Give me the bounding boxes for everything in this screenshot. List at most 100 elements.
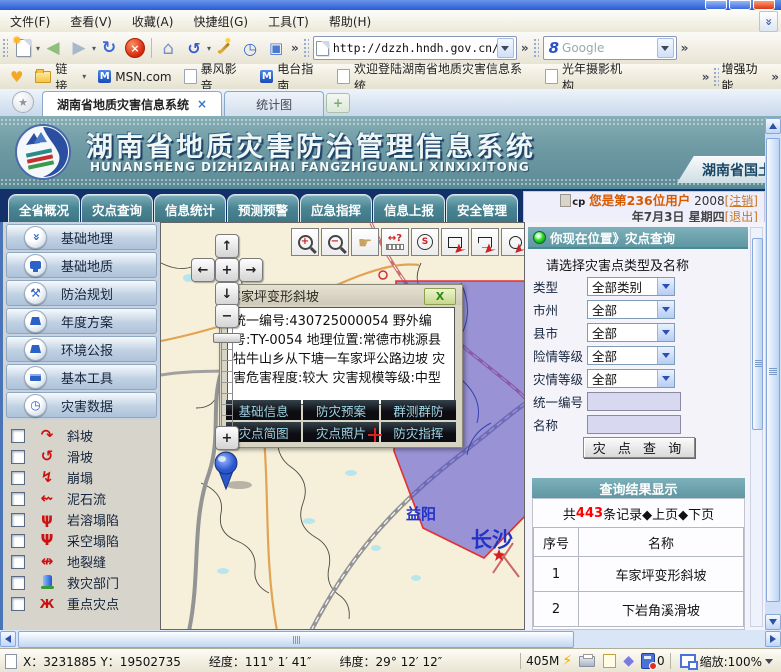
- sidebar-item-basic-geology[interactable]: 基础地质: [6, 252, 157, 278]
- printer-icon[interactable]: [579, 656, 595, 667]
- menu-file[interactable]: 文件(F): [0, 11, 60, 32]
- panel-scrollbar-thumb[interactable]: [752, 238, 763, 430]
- sidebar-item-environment-bulletin[interactable]: 环境公报: [6, 336, 157, 362]
- undo-button[interactable]: ↺: [182, 36, 206, 60]
- window-titlebar[interactable]: [0, 0, 781, 10]
- sidebar-item-basic-geography[interactable]: «基础地理: [6, 224, 157, 250]
- note-icon[interactable]: [603, 654, 616, 668]
- popup-group-monitoring-button[interactable]: 群测群防: [381, 400, 456, 420]
- toolbar-grip[interactable]: [2, 38, 8, 58]
- popup-command-button[interactable]: 防灾指挥: [381, 422, 456, 442]
- page-scrollbar-thumb[interactable]: [766, 138, 780, 602]
- close-button[interactable]: [753, 0, 775, 10]
- window-list-button[interactable]: ▣: [264, 36, 288, 60]
- county-select[interactable]: 全部: [587, 323, 675, 342]
- nav-info-report[interactable]: 信息上报: [373, 194, 445, 223]
- map-measure-button[interactable]: ↔?: [381, 228, 409, 256]
- url-dropdown-button[interactable]: [497, 38, 514, 58]
- name-input[interactable]: [587, 415, 681, 434]
- row-name[interactable]: 车家坪变形斜坡: [579, 557, 744, 592]
- disaster-level-select[interactable]: 全部: [587, 369, 675, 388]
- popup-close-button[interactable]: X: [424, 288, 456, 305]
- layer-checkbox[interactable]: [11, 492, 25, 506]
- sidebar-item-prevention-plan[interactable]: ⚒防治规划: [6, 280, 157, 306]
- favorites-heart-icon[interactable]: ♥: [10, 68, 23, 86]
- nav-forecast-warning[interactable]: 预测预警: [227, 194, 299, 223]
- tab-disaster-system[interactable]: 湖南省地质灾害信息系统 ×: [42, 91, 222, 116]
- stop-button[interactable]: ×: [123, 36, 147, 60]
- nav-emergency-command[interactable]: 应急指挥: [300, 194, 372, 223]
- prev-page-link[interactable]: ◆上页: [642, 504, 678, 523]
- table-row[interactable]: 1 车家坪变形斜坡: [534, 557, 744, 592]
- scroll-down-button[interactable]: [765, 614, 781, 630]
- scroll-right-button[interactable]: [765, 631, 781, 647]
- home-button[interactable]: ⌂: [156, 36, 180, 60]
- tab-close-icon[interactable]: ×: [197, 97, 207, 111]
- lightning-icon[interactable]: ⚡: [562, 653, 572, 669]
- tab-star-button[interactable]: ★: [12, 91, 34, 113]
- pan-down-button[interactable]: ↓: [215, 282, 239, 306]
- zoom-dropdown-icon[interactable]: [765, 659, 773, 668]
- zoom-slider-minus-button[interactable]: −: [215, 304, 239, 328]
- maximize-button[interactable]: [729, 0, 751, 10]
- pan-up-button[interactable]: ↑: [215, 234, 239, 258]
- undo-dropdown-icon[interactable]: ▾: [207, 44, 211, 53]
- disaster-query-button[interactable]: 灾 点 查 询: [583, 437, 695, 458]
- tab-statistics[interactable]: 统计图: [224, 91, 324, 116]
- layer-checkbox[interactable]: [11, 471, 25, 485]
- select-arrow-icon[interactable]: [657, 324, 674, 341]
- nav-disaster-query[interactable]: 灾点查询: [81, 194, 153, 223]
- forward-button[interactable]: ▶: [67, 36, 91, 60]
- diamond-icon[interactable]: ◆: [623, 653, 634, 669]
- select-arrow-icon[interactable]: [657, 301, 674, 318]
- layer-checkbox[interactable]: [11, 576, 25, 590]
- layer-checkbox[interactable]: [11, 555, 25, 569]
- city-select[interactable]: 全部: [587, 300, 675, 319]
- scroll-left-button[interactable]: [0, 631, 16, 647]
- nav-security-management[interactable]: 安全管理: [446, 194, 518, 223]
- enhance-grip[interactable]: [713, 67, 719, 87]
- zoom-level[interactable]: 缩放:100%: [700, 653, 762, 670]
- scroll-up-button[interactable]: [765, 118, 781, 134]
- layer-checkbox[interactable]: [11, 450, 25, 464]
- type-select[interactable]: 全部类别: [587, 277, 675, 296]
- map-circle-select-button[interactable]: [501, 228, 525, 256]
- url-text[interactable]: http://dzzh.hndh.gov.cn/gr: [333, 41, 497, 55]
- pan-center-button[interactable]: +: [215, 258, 239, 282]
- logout-link[interactable]: [注销]: [725, 194, 758, 208]
- searchbar-grip[interactable]: [533, 38, 539, 58]
- magic-fill-button[interactable]: [212, 36, 236, 60]
- horizontal-scrollbar[interactable]: [0, 630, 781, 648]
- enhance-overflow-icon[interactable]: »: [769, 70, 781, 84]
- addressbar-overflow-icon[interactable]: »: [519, 41, 531, 55]
- select-arrow-icon[interactable]: [657, 347, 674, 364]
- history-button[interactable]: ◷: [238, 36, 262, 60]
- map-zoom-in-button[interactable]: +: [291, 228, 319, 256]
- pan-left-button[interactable]: ←: [191, 258, 215, 282]
- zoom-slider-handle[interactable]: [213, 333, 241, 343]
- layer-checkbox[interactable]: [11, 513, 25, 527]
- sidebar-item-annual-plan[interactable]: 年度方案: [6, 308, 157, 334]
- new-page-button[interactable]: [11, 36, 35, 60]
- refresh-button[interactable]: ↻: [97, 36, 121, 60]
- horizontal-scrollbar-thumb[interactable]: [18, 631, 574, 648]
- page-scrollbar[interactable]: [765, 118, 781, 630]
- map-select-rotate-button[interactable]: S: [411, 228, 439, 256]
- row-name[interactable]: 下岩角溪滑坡: [579, 592, 744, 627]
- sidebar-item-basic-tools[interactable]: 基本工具: [6, 364, 157, 390]
- menu-quickgroup[interactable]: 快捷组(G): [183, 11, 258, 32]
- searchbar-overflow-icon[interactable]: »: [679, 41, 691, 55]
- zoom-slider-plus-button[interactable]: +: [215, 426, 239, 450]
- next-page-link[interactable]: ◆下页: [678, 504, 714, 523]
- resize-icon[interactable]: [680, 654, 696, 668]
- layer-checkbox[interactable]: [11, 429, 25, 443]
- address-bar[interactable]: http://dzzh.hndh.gov.cn/gr: [313, 36, 517, 60]
- popup-prevention-plan-button[interactable]: 防灾预案: [303, 400, 378, 420]
- addressbar-grip[interactable]: [303, 38, 309, 58]
- unified-id-input[interactable]: [587, 392, 681, 411]
- map-polygon-select-button[interactable]: [471, 228, 499, 256]
- map-viewport[interactable]: 益阳 长沙 + − ☛ ↔? S ↑ ← + → ↓ − + 车: [160, 222, 525, 630]
- select-arrow-icon[interactable]: [657, 370, 674, 387]
- popup-basic-info-button[interactable]: 基础信息: [226, 400, 301, 420]
- risk-level-select[interactable]: 全部: [587, 346, 675, 365]
